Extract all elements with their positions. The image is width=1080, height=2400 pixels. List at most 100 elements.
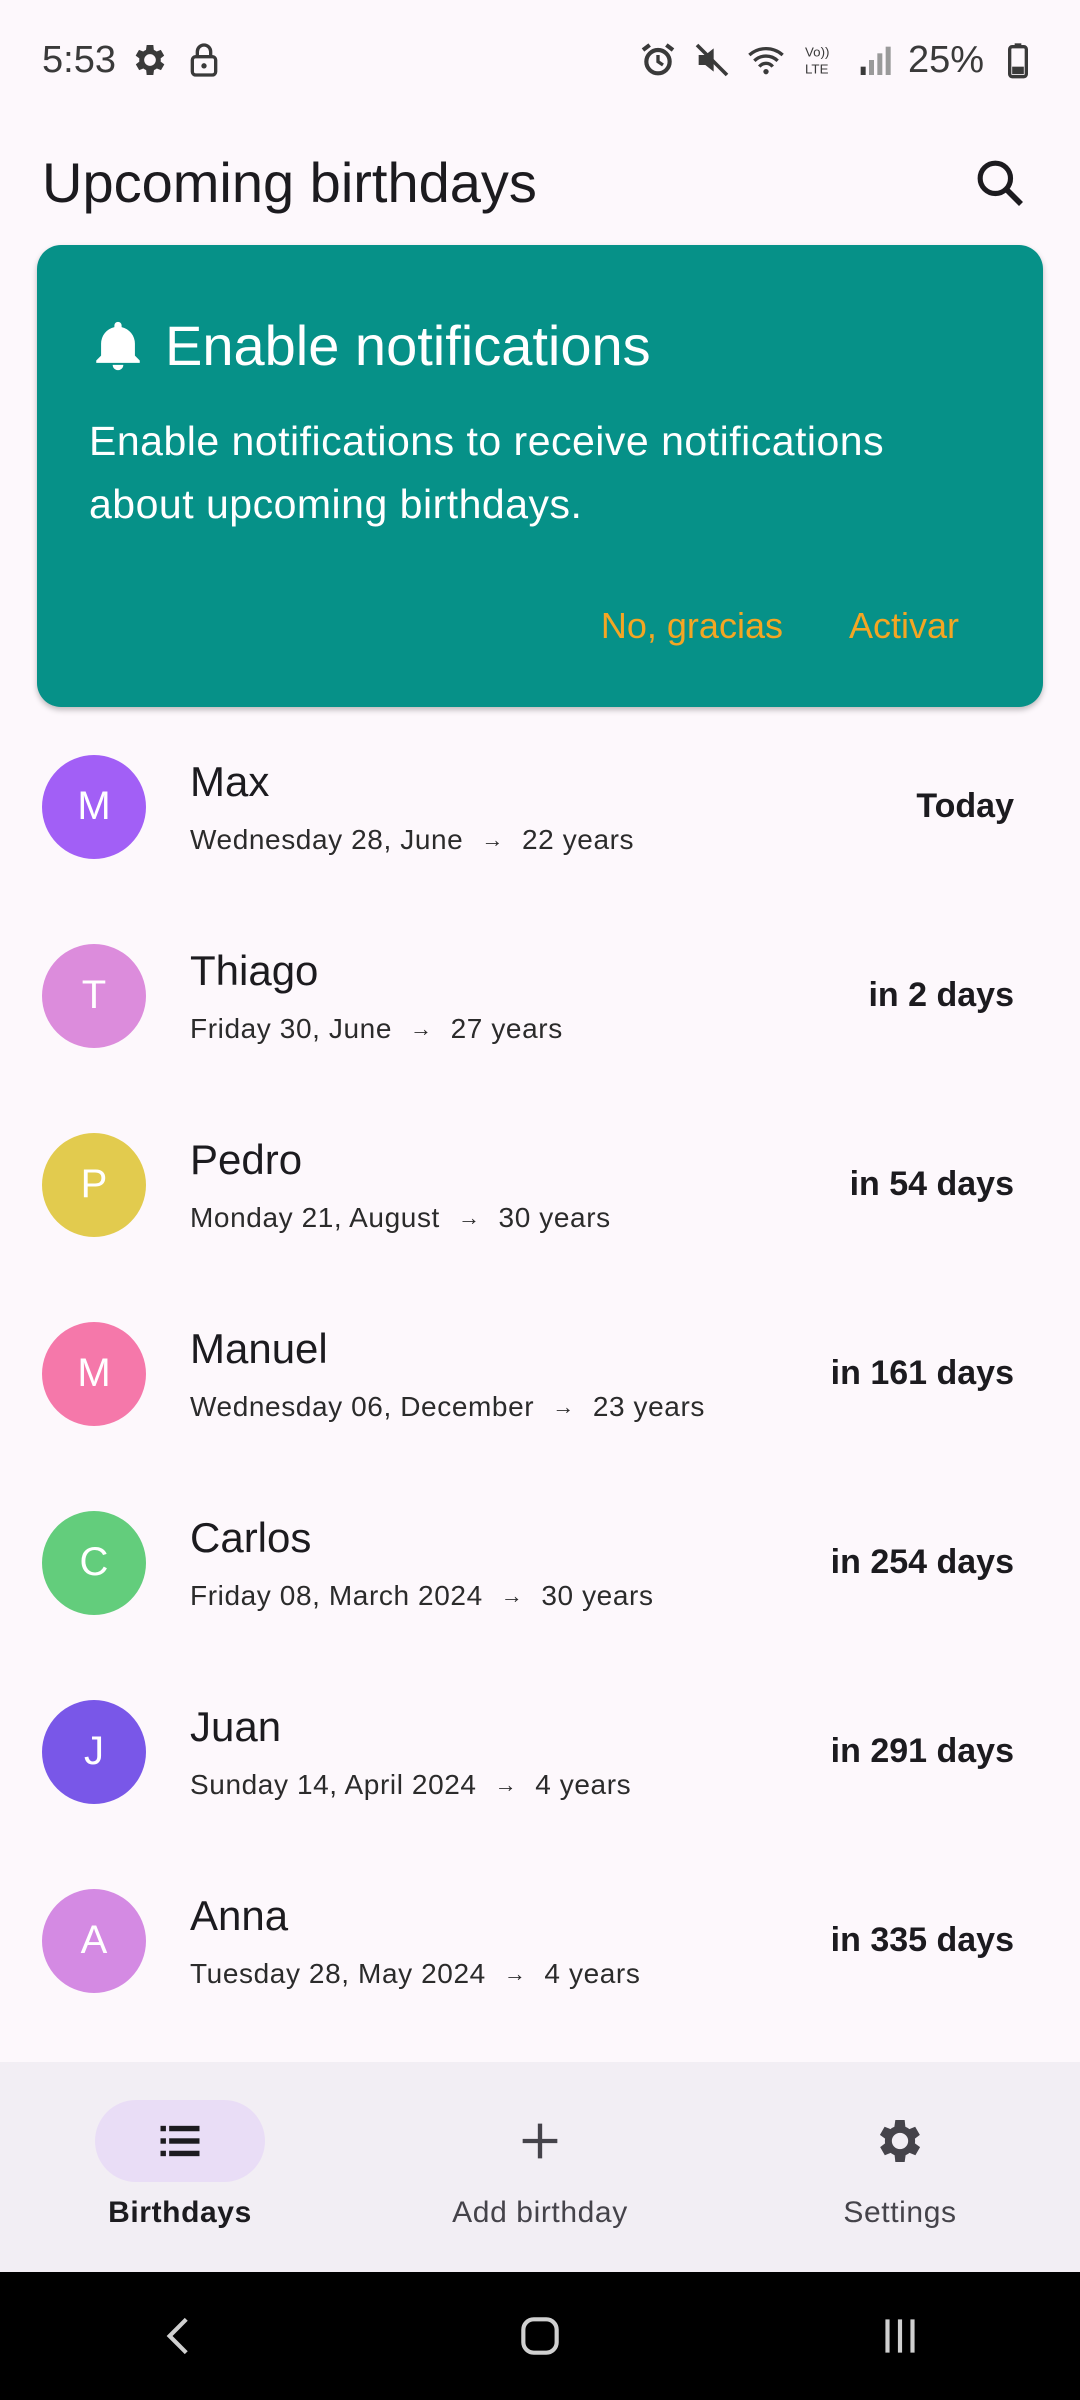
home-icon: [521, 2317, 559, 2355]
birthday-row[interactable]: A Anna Tuesday 28, May 2024 → 4 years in 335 …: [0, 1846, 1080, 2035]
no-thanks-button[interactable]: No, gracias: [601, 605, 783, 647]
bottom-navigation: Birthdays Add birthday Settings: [0, 2062, 1080, 2272]
settings-gear-icon: [130, 40, 170, 80]
birthday-row[interactable]: P Pedro Monday 21, August → 30 years in 54 da…: [0, 1090, 1080, 1279]
birthday-name: Thiago: [190, 946, 319, 994]
system-navigation-bar: [0, 2272, 1080, 2400]
avatar: A: [42, 1888, 146, 1993]
arrow-right-icon: →: [457, 1204, 481, 1230]
birthday-details: Friday 30, June → 27 years: [190, 1013, 563, 1045]
app-bar: Upcoming birthdays: [0, 120, 1080, 245]
birthday-date: Friday 30, June: [190, 1012, 392, 1044]
nav-birthdays-label: Birthdays: [108, 2196, 252, 2229]
birthday-details: Sunday 14, April 2024 → 4 years: [190, 1769, 631, 1801]
gear-icon: [879, 2120, 921, 2162]
battery-percent: 25%: [907, 38, 984, 81]
birthday-date: Monday 21, August: [190, 1201, 440, 1233]
mute-icon: [692, 40, 732, 80]
birthday-row[interactable]: J Juan Sunday 14, April 2024 → 4 years in 291…: [0, 1657, 1080, 1846]
status-bar-right: Vo)) LTE 25%: [638, 39, 1038, 82]
status-bar: 5:53 Vo)) LTE 25%: [0, 0, 1080, 120]
birthday-date: Sunday 14, April 2024: [190, 1768, 477, 1800]
recents-icon: [885, 2319, 915, 2353]
arrow-right-icon: →: [494, 1771, 518, 1797]
birthday-details: Tuesday 28, May 2024 → 4 years: [190, 1958, 640, 1990]
birthday-row-text: Manuel Wednesday 06, December → 23 years: [190, 1325, 705, 1423]
wifi-icon: [746, 40, 786, 80]
birthday-date: Wednesday 06, December: [190, 1390, 535, 1422]
birthday-age: 22 years: [521, 823, 635, 855]
avatar: J: [42, 1699, 146, 1804]
birthday-name: Anna: [190, 1891, 289, 1939]
birthday-row-text: Anna Tuesday 28, May 2024 → 4 years: [190, 1892, 640, 1990]
home-button[interactable]: [480, 2291, 600, 2381]
notification-card-body: Enable notifications to receive notifica…: [89, 418, 885, 527]
birthday-details: Monday 21, August → 30 years: [190, 1202, 611, 1234]
svg-text:LTE: LTE: [805, 61, 829, 76]
birthday-date: Wednesday 28, June: [190, 823, 464, 855]
birthday-row-text: Max Wednesday 28, June → 22 years: [190, 758, 634, 856]
birthday-row-text: Thiago Friday 30, June → 27 years: [190, 947, 563, 1045]
birthday-name: Manuel: [190, 1324, 328, 1372]
nav-birthdays[interactable]: Birthdays: [0, 2062, 360, 2272]
birthday-row-text: Pedro Monday 21, August → 30 years: [190, 1136, 611, 1234]
avatar: T: [42, 943, 146, 1048]
birthday-name: Pedro: [190, 1135, 303, 1183]
notification-card-actions: No, gracias Activar: [601, 605, 959, 647]
birthday-row-text: Carlos Friday 08, March 2024 → 30 years: [190, 1514, 654, 1612]
birthday-row[interactable]: C Carlos Friday 08, March 2024 → 30 years in …: [0, 1468, 1080, 1657]
birthday-row[interactable]: T Thiago Friday 30, June → 27 years in 2 days: [0, 901, 1080, 1090]
avatar: C: [42, 1510, 146, 1615]
birthday-name: Carlos: [190, 1513, 312, 1561]
search-icon: [977, 160, 1023, 206]
nav-add-birthday-label: Add birthday: [452, 2196, 628, 2229]
svg-text:Vo)): Vo)): [805, 45, 829, 60]
back-icon: [166, 2317, 188, 2355]
avatar: M: [42, 1321, 146, 1426]
birthday-age: 4 years: [544, 1957, 641, 1989]
nav-add-birthday[interactable]: Add birthday: [360, 2062, 720, 2272]
nav-settings-label: Settings: [843, 2196, 957, 2229]
enable-notifications-card: Enable notifications Enable notification…: [37, 245, 1043, 707]
page-title: Upcoming birthdays: [42, 151, 537, 214]
avatar: M: [42, 754, 146, 859]
birthday-details: Wednesday 28, June → 22 years: [190, 824, 634, 856]
days-until-label: in 335 days: [830, 1921, 1014, 1959]
plus-icon: [522, 2123, 558, 2159]
birthday-age: 27 years: [450, 1012, 563, 1044]
status-time: 5:53: [42, 38, 116, 81]
birthday-age: 30 years: [541, 1579, 654, 1611]
birthday-age: 23 years: [592, 1390, 706, 1422]
alarm-icon: [638, 40, 678, 80]
nav-settings[interactable]: Settings: [720, 2062, 1080, 2272]
search-button[interactable]: [960, 143, 1040, 223]
avatar: P: [42, 1132, 146, 1237]
days-until-label: in 161 days: [830, 1354, 1014, 1392]
birthday-row[interactable]: M Max Wednesday 28, June → 22 years Today: [0, 712, 1080, 901]
days-until-label: in 2 days: [868, 976, 1014, 1014]
back-button[interactable]: [120, 2291, 240, 2381]
notification-card-header: Enable notifications: [89, 313, 991, 378]
birthday-row[interactable]: M Manuel Wednesday 06, December → 23 years in…: [0, 1279, 1080, 1468]
birthday-details: Friday 08, March 2024 → 30 years: [190, 1580, 654, 1612]
list-icon: [160, 2125, 200, 2157]
status-bar-left: 5:53: [42, 39, 224, 82]
activate-button[interactable]: Activar: [849, 605, 959, 647]
arrow-right-icon: →: [503, 1960, 527, 1986]
nav-settings-indicator: [815, 2100, 985, 2182]
volte-icon: Vo)) LTE: [800, 40, 840, 80]
battery-icon: [998, 40, 1038, 80]
birthday-row-text: Juan Sunday 14, April 2024 → 4 years: [190, 1703, 631, 1801]
birthday-name: Max: [190, 757, 270, 805]
days-until-label: in 254 days: [830, 1543, 1014, 1581]
birthday-date: Tuesday 28, May 2024: [190, 1957, 486, 1989]
days-until-label: Today: [916, 787, 1014, 825]
birthday-date: Friday 08, March 2024: [190, 1579, 483, 1611]
birthday-list: M Max Wednesday 28, June → 22 years Today T Thi…: [0, 712, 1080, 2035]
arrow-right-icon: →: [481, 826, 504, 852]
arrow-right-icon: →: [410, 1015, 433, 1041]
lock-icon: [184, 40, 224, 80]
days-until-label: in 54 days: [849, 1165, 1014, 1203]
recents-button[interactable]: [840, 2291, 960, 2381]
arrow-right-icon: →: [500, 1582, 524, 1608]
